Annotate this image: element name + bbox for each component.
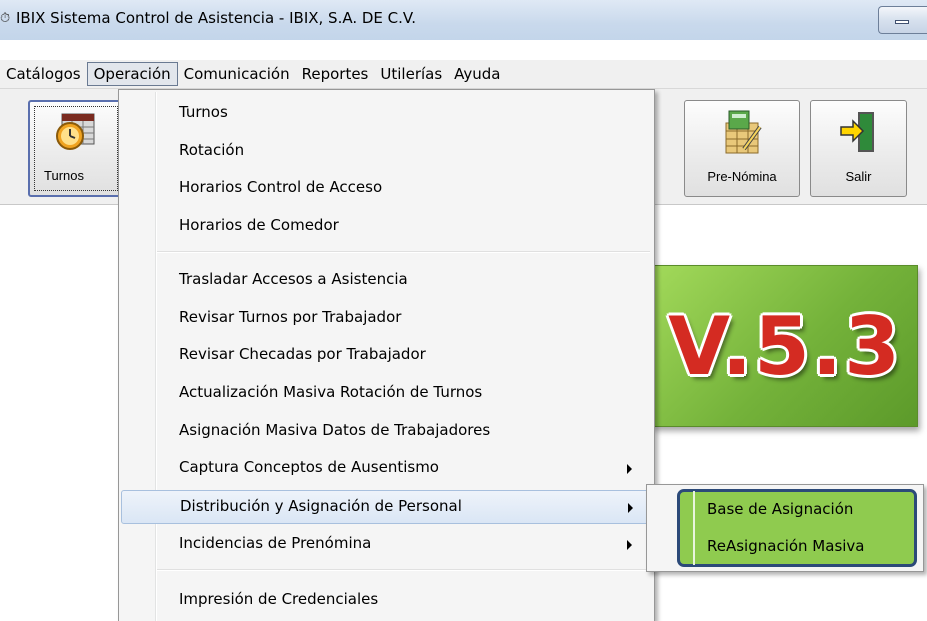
menu-item-horarios-control-acceso[interactable]: Horarios Control de Acceso (121, 172, 652, 206)
version-text: V.5.3 (668, 299, 902, 393)
menu-item-revisar-checadas[interactable]: Revisar Checadas por Trabajador (121, 339, 652, 373)
turnos-toolbar-button[interactable]: Turnos (28, 100, 124, 197)
clock-app-icon[interactable]: ⏱ (0, 11, 14, 27)
pre-nomina-toolbar-button[interactable]: Pre-Nómina (684, 100, 800, 197)
salir-button-label: Salir (845, 169, 872, 184)
window-title: IBIX Sistema Control de Asistencia - IBI… (16, 9, 417, 27)
menu-item-asignacion-masiva[interactable]: Asignación Masiva Datos de Trabajadores (121, 415, 652, 449)
minimize-icon (895, 20, 909, 24)
menu-item-trasladar-accesos[interactable]: Trasladar Accesos a Asistencia (121, 264, 652, 298)
menu-catalogos[interactable]: Catálogos (0, 62, 87, 86)
menu-item-label: Captura Conceptos de Ausentismo (179, 458, 439, 476)
menu-item-label: Horarios Control de Acceso (179, 178, 383, 196)
menu-item-captura-conceptos[interactable]: Captura Conceptos de Ausentismo (121, 452, 652, 486)
menu-ayuda[interactable]: Ayuda (448, 62, 506, 86)
menu-item-impresion-credenciales[interactable]: Impresión de Credenciales (121, 584, 652, 618)
distribucion-submenu: Base de Asignación ReAsignación Masiva (646, 484, 924, 572)
menu-operacion[interactable]: Operación (86, 62, 178, 86)
menu-item-label: Distribución y Asignación de Personal (180, 497, 462, 515)
menu-item-revisar-turnos[interactable]: Revisar Turnos por Trabajador (121, 302, 652, 336)
menu-item-label: Impresión de Credenciales (179, 590, 379, 608)
menu-item-label: Incidencias de Prenómina (179, 534, 372, 552)
menu-bar: Catálogos Operación Comunicación Reporte… (0, 60, 927, 89)
menu-item-incidencias-prenomina[interactable]: Incidencias de Prenómina (121, 528, 652, 562)
version-logo: V.5.3 (652, 265, 918, 427)
title-bar: ⏱ IBIX Sistema Control de Asistencia - I… (0, 0, 927, 40)
menu-item-label: Trasladar Accesos a Asistencia (179, 270, 408, 288)
menu-item-actualizacion-masiva[interactable]: Actualización Masiva Rotación de Turnos (121, 377, 652, 411)
menu-separator (157, 251, 650, 253)
menu-item-label: Revisar Turnos por Trabajador (179, 308, 402, 326)
operacion-dropdown-menu: Turnos Rotación Horarios Control de Acce… (118, 89, 655, 621)
salir-toolbar-button[interactable]: Salir (810, 100, 907, 197)
menu-comunicacion[interactable]: Comunicación (178, 62, 296, 86)
menu-item-label: Rotación (179, 141, 245, 159)
submenu-arrow-icon (628, 503, 633, 513)
submenu-item-reasignacion-masiva[interactable]: ReAsignación Masiva (707, 537, 865, 555)
menu-item-rotacion[interactable]: Rotación (121, 135, 652, 169)
menu-item-horarios-comedor[interactable]: Horarios de Comedor (121, 210, 652, 244)
submenu-arrow-icon (627, 540, 632, 550)
menu-utilerias[interactable]: Utilerías (374, 62, 448, 86)
submenu-arrow-icon (627, 464, 632, 474)
submenu-item-base-asignacion[interactable]: Base de Asignación (707, 500, 853, 518)
menu-separator (157, 569, 650, 571)
menu-item-label: Revisar Checadas por Trabajador (179, 345, 426, 363)
menu-item-label: Horarios de Comedor (179, 216, 339, 234)
minimize-button[interactable] (878, 6, 927, 34)
menu-reportes[interactable]: Reportes (296, 62, 375, 86)
menu-item-turnos[interactable]: Turnos (121, 97, 652, 131)
pre-nomina-button-label: Pre-Nómina (707, 169, 777, 184)
spreadsheet-pencil-icon (725, 110, 762, 154)
calendar-clock-icon (56, 113, 95, 150)
menu-item-label: Asignación Masiva Datos de Trabajadores (179, 421, 491, 439)
exit-door-icon (839, 112, 874, 152)
menu-item-label: Actualización Masiva Rotación de Turnos (179, 383, 483, 401)
menu-item-distribucion-asignacion[interactable]: Distribución y Asignación de Personal (121, 490, 652, 524)
menu-item-label: Turnos (179, 103, 228, 121)
turnos-button-label: Turnos (44, 168, 84, 183)
submenu-gutter (693, 491, 695, 565)
